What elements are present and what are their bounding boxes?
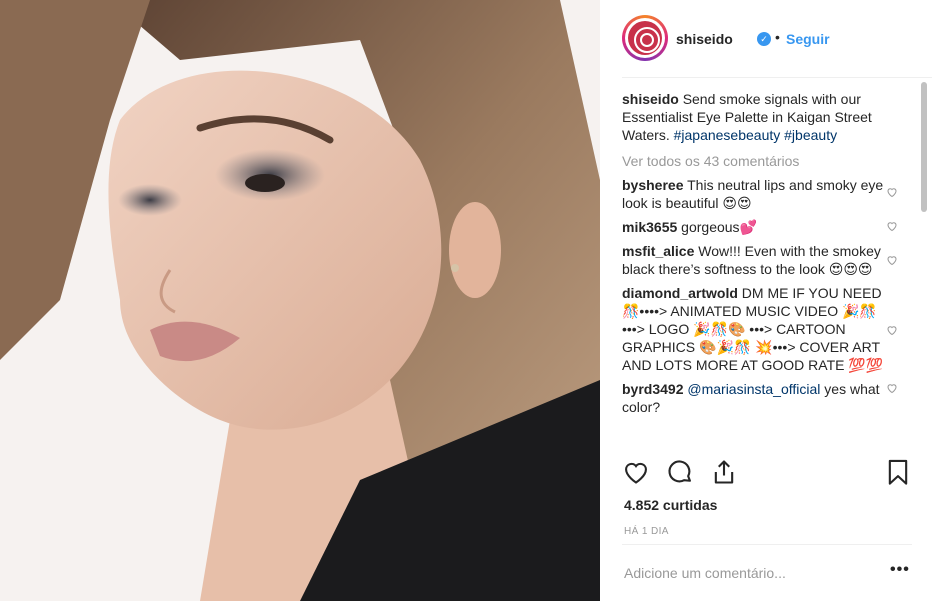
post-caption: shiseido Send smoke signals with our Ess… xyxy=(622,88,884,144)
post-side-panel: shiseido ✓ • Seguir shiseido Send smoke … xyxy=(600,0,934,601)
comment-item: bysheree This neutral lips and smoky eye… xyxy=(622,176,897,212)
comment-username[interactable]: byrd3492 xyxy=(622,381,683,397)
caption-username[interactable]: shiseido xyxy=(622,91,679,107)
comment-bubble-icon[interactable] xyxy=(666,458,694,486)
share-icon[interactable] xyxy=(710,458,738,486)
account-avatar[interactable] xyxy=(622,15,668,61)
comment-username[interactable]: msfit_alice xyxy=(622,243,694,259)
header-separator: • xyxy=(775,29,780,45)
heart-icon[interactable] xyxy=(622,458,650,486)
heart-icon[interactable] xyxy=(886,324,898,336)
follow-button[interactable]: Seguir xyxy=(786,31,830,47)
comment-username[interactable]: bysheree xyxy=(622,177,683,193)
add-comment-input[interactable] xyxy=(624,565,864,581)
heart-icon[interactable] xyxy=(886,254,898,266)
right-eye xyxy=(245,174,285,192)
comment-username[interactable]: mik3655 xyxy=(622,219,677,235)
shiseido-logo-icon xyxy=(628,21,662,55)
account-username[interactable]: shiseido xyxy=(676,31,733,47)
post-time[interactable]: HÁ 1 DIA xyxy=(624,526,669,537)
comment-item: mik3655 gorgeous💕 xyxy=(622,218,897,236)
post-photo[interactable] xyxy=(0,0,600,601)
verified-badge-icon: ✓ xyxy=(757,32,771,46)
heart-icon[interactable] xyxy=(886,186,898,198)
heart-icon[interactable] xyxy=(886,220,898,232)
caption-hashtags[interactable]: #japanesebeauty #jbeauty xyxy=(674,127,837,143)
earring xyxy=(451,264,459,272)
comment-text: gorgeous💕 xyxy=(681,219,757,235)
post-header: shiseido ✓ • Seguir xyxy=(622,0,932,78)
bookmark-icon[interactable] xyxy=(884,458,912,486)
comment-item: msfit_alice Wow!!! Even with the smokey … xyxy=(622,242,897,278)
post-actions xyxy=(622,458,918,490)
avatar-frame xyxy=(625,18,665,58)
likes-count[interactable]: 4.852 curtidas xyxy=(624,497,717,513)
comments-list: shiseido Send smoke signals with our Ess… xyxy=(622,88,916,448)
add-comment-section: ••• xyxy=(622,544,912,601)
view-all-comments-link[interactable]: Ver todos os 43 comentários xyxy=(622,152,916,170)
portrait-illustration xyxy=(0,0,600,601)
comment-item: diamond_artwold DM ME IF YOU NEED 🎊••••>… xyxy=(622,284,897,374)
comments-scrollbar[interactable] xyxy=(920,80,928,448)
heart-icon[interactable] xyxy=(886,382,898,394)
more-options-button[interactable]: ••• xyxy=(890,561,910,579)
comment-username[interactable]: diamond_artwold xyxy=(622,285,738,301)
comment-item: byrd3492 @mariasinsta_official yes what … xyxy=(622,380,897,416)
ear xyxy=(449,202,501,298)
left-eye-shadow xyxy=(118,184,182,216)
comment-mention[interactable]: @mariasinsta_official xyxy=(687,381,820,397)
